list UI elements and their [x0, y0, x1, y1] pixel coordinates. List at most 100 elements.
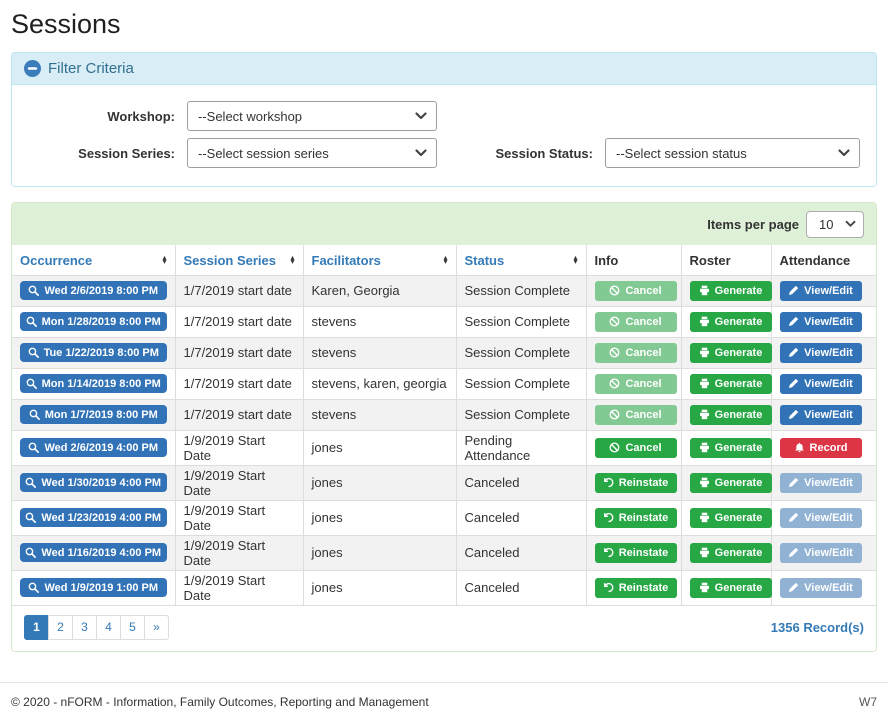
- sort-icon[interactable]: ▴▾: [443, 256, 447, 265]
- footer: © 2020 - nFORM - Information, Family Out…: [0, 682, 888, 725]
- generate-button[interactable]: Generate: [690, 508, 772, 528]
- column-header-status[interactable]: Status▴▾: [456, 245, 586, 275]
- info-cell: Cancel: [586, 430, 681, 465]
- occurrence-cell: Mon 1/7/2019 8:00 PM: [12, 399, 175, 430]
- generate-button[interactable]: Generate: [690, 578, 772, 598]
- table-toolbar: Items per page 10: [12, 203, 876, 245]
- session-series-cell: 1/9/2019 Start Date: [175, 535, 303, 570]
- reinstate-button[interactable]: Reinstate: [595, 578, 677, 598]
- session-series-cell: 1/7/2019 start date: [175, 337, 303, 368]
- printer-icon: [699, 316, 710, 327]
- occurrence-button[interactable]: Wed 2/6/2019 8:00 PM: [20, 281, 167, 300]
- page-4-button[interactable]: 4: [96, 615, 121, 640]
- next-pages-button[interactable]: »: [144, 615, 169, 640]
- cancel-icon: [609, 442, 620, 453]
- roster-cell: Generate: [681, 337, 771, 368]
- page-3-button[interactable]: 3: [72, 615, 97, 640]
- sort-icon[interactable]: ▴▾: [573, 256, 577, 265]
- occurrence-button[interactable]: Wed 1/9/2019 1:00 PM: [20, 578, 167, 597]
- generate-button[interactable]: Generate: [690, 543, 772, 563]
- reinstate-button[interactable]: Reinstate: [595, 508, 677, 528]
- cancel-button: Cancel: [595, 343, 677, 363]
- cancel-icon: [609, 285, 620, 296]
- view-edit-button[interactable]: View/Edit: [780, 374, 862, 394]
- search-icon: [26, 378, 37, 389]
- generate-button[interactable]: Generate: [690, 438, 772, 458]
- printer-icon: [699, 582, 710, 593]
- occurrence-button[interactable]: Wed 2/6/2019 4:00 PM: [20, 438, 167, 457]
- info-cell: Reinstate: [586, 535, 681, 570]
- view-edit-button[interactable]: View/Edit: [780, 281, 862, 301]
- occurrence-button[interactable]: Tue 1/22/2019 8:00 PM: [20, 343, 167, 362]
- column-header-attendance: Attendance: [771, 245, 876, 275]
- filter-panel-header[interactable]: Filter Criteria: [12, 53, 876, 85]
- occurrence-button[interactable]: Mon 1/14/2019 8:00 PM: [20, 374, 167, 393]
- occurrence-cell: Mon 1/28/2019 8:00 PM: [12, 306, 175, 337]
- filter-panel-body: Workshop: --Select workshop Session Seri…: [12, 85, 876, 186]
- table-row: Wed 1/30/2019 4:00 PM1/9/2019 Start Date…: [12, 465, 876, 500]
- column-header-facilitators[interactable]: Facilitators ▴▾: [303, 245, 456, 275]
- generate-button[interactable]: Generate: [690, 281, 772, 301]
- facilitators-cell: jones: [303, 570, 456, 605]
- attendance-cell: View/Edit: [771, 337, 876, 368]
- facilitators-cell: stevens, karen, georgia: [303, 368, 456, 399]
- generate-button[interactable]: Generate: [690, 343, 772, 363]
- cancel-button: Cancel: [595, 312, 677, 332]
- session-status-select[interactable]: --Select session status: [605, 138, 860, 168]
- column-label: Facilitators: [312, 253, 381, 268]
- cancel-button[interactable]: Cancel: [595, 438, 677, 458]
- table-row: Wed 2/6/2019 4:00 PM1/9/2019 Start Datej…: [12, 430, 876, 465]
- view-edit-button[interactable]: View/Edit: [780, 312, 862, 332]
- record-button[interactable]: Record: [780, 438, 862, 458]
- page-1-button[interactable]: 1: [24, 615, 49, 640]
- reinstate-button[interactable]: Reinstate: [595, 543, 677, 563]
- occurrence-button[interactable]: Wed 1/23/2019 4:00 PM: [20, 508, 167, 527]
- facilitators-cell: jones: [303, 535, 456, 570]
- generate-button[interactable]: Generate: [690, 405, 772, 425]
- pencil-icon: [788, 582, 799, 593]
- cancel-icon: [609, 378, 620, 389]
- table-row: Mon 1/7/2019 8:00 PM1/7/2019 start dates…: [12, 399, 876, 430]
- sort-icon[interactable]: ▴▾: [162, 256, 166, 265]
- generate-button[interactable]: Generate: [690, 374, 772, 394]
- column-header-occurrence[interactable]: Occurrence▴▾: [12, 245, 175, 275]
- table-row: Wed 1/23/2019 4:00 PM1/9/2019 Start Date…: [12, 500, 876, 535]
- occurrence-button[interactable]: Mon 1/28/2019 8:00 PM: [20, 312, 167, 331]
- reinstate-icon: [603, 512, 614, 523]
- generate-button[interactable]: Generate: [690, 312, 772, 332]
- table-row: Wed 1/9/2019 1:00 PM1/9/2019 Start Datej…: [12, 570, 876, 605]
- occurrence-cell: Wed 1/16/2019 4:00 PM: [12, 535, 175, 570]
- reinstate-button[interactable]: Reinstate: [595, 473, 677, 493]
- printer-icon: [699, 512, 710, 523]
- occurrence-button[interactable]: Wed 1/30/2019 4:00 PM: [20, 473, 167, 492]
- sort-icon[interactable]: ▴▾: [290, 256, 294, 265]
- view-edit-button[interactable]: View/Edit: [780, 343, 862, 363]
- items-per-page-select[interactable]: 10: [806, 211, 864, 238]
- session-series-label: Session Series:: [27, 146, 187, 161]
- occurrence-cell: Wed 2/6/2019 4:00 PM: [12, 430, 175, 465]
- occurrence-button[interactable]: Mon 1/7/2019 8:00 PM: [20, 405, 167, 424]
- page-5-button[interactable]: 5: [120, 615, 145, 640]
- search-icon: [25, 512, 36, 523]
- pencil-icon: [788, 547, 799, 558]
- facilitators-cell: jones: [303, 430, 456, 465]
- workshop-select[interactable]: --Select workshop: [187, 101, 437, 131]
- collapse-minus-icon[interactable]: [24, 60, 41, 77]
- session-status-label: Session Status:: [493, 146, 605, 161]
- page-2-button[interactable]: 2: [48, 615, 73, 640]
- roster-cell: Generate: [681, 306, 771, 337]
- chevron-down-icon: [415, 149, 427, 157]
- view-edit-button[interactable]: View/Edit: [780, 405, 862, 425]
- attendance-cell: View/Edit: [771, 275, 876, 306]
- search-icon: [28, 285, 39, 296]
- column-header-session-series[interactable]: Session Series▴▾: [175, 245, 303, 275]
- printer-icon: [699, 285, 710, 296]
- occurrence-cell: Mon 1/14/2019 8:00 PM: [12, 368, 175, 399]
- occurrence-button[interactable]: Wed 1/16/2019 4:00 PM: [20, 543, 167, 562]
- column-header-roster: Roster: [681, 245, 771, 275]
- session-series-select[interactable]: --Select session series: [187, 138, 437, 168]
- view-edit-button: View/Edit: [780, 473, 862, 493]
- column-label: Info: [595, 253, 619, 268]
- reinstate-icon: [603, 477, 614, 488]
- generate-button[interactable]: Generate: [690, 473, 772, 493]
